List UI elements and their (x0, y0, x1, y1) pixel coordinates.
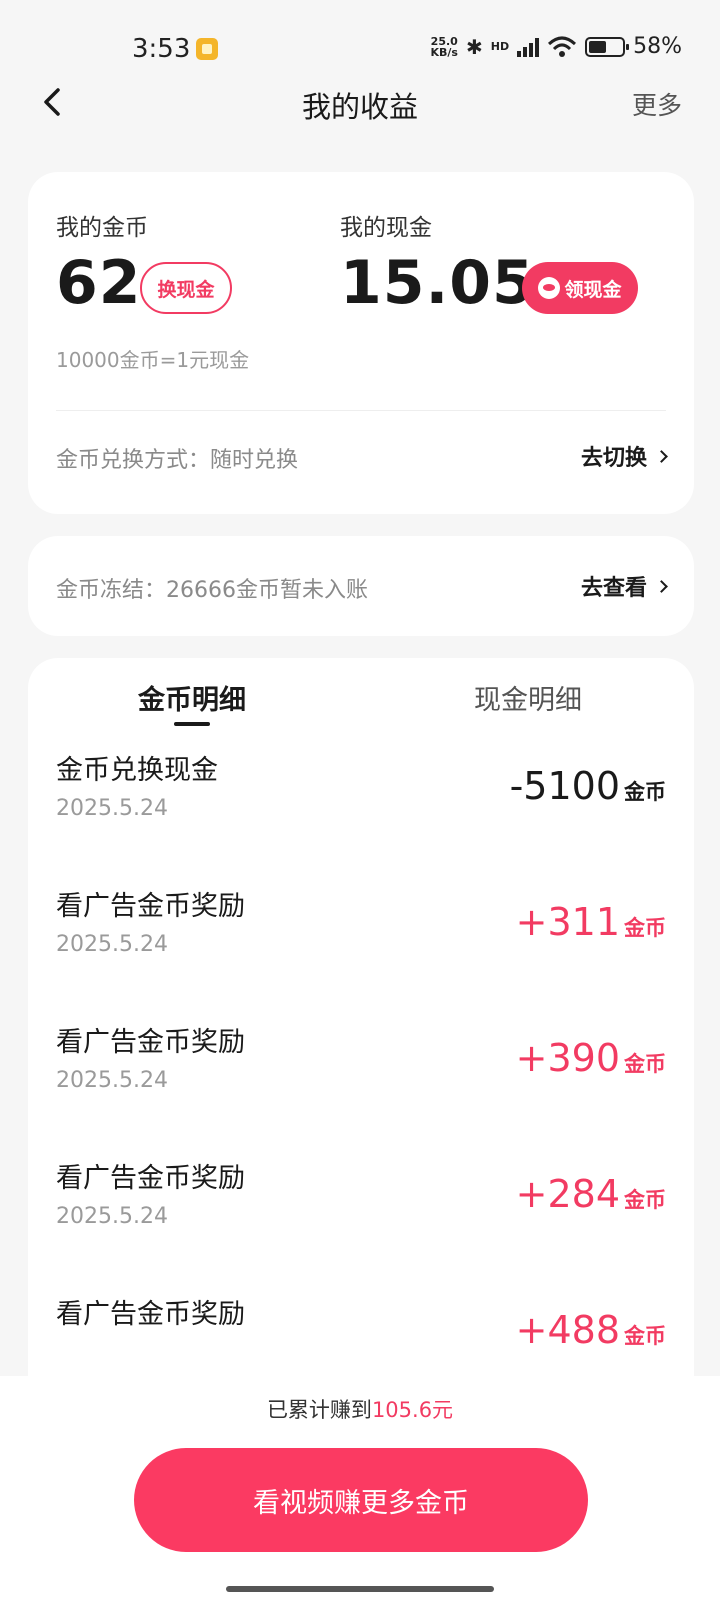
battery-fill (589, 40, 606, 53)
amount-unit: 金币 (624, 916, 666, 940)
wifi-icon (548, 36, 577, 57)
status-time: 3:53 (132, 34, 191, 64)
home-indicator[interactable] (226, 1586, 494, 1592)
frozen-coins-card: 金币冻结：26666金币暂未入账 去查看 (28, 536, 694, 636)
transaction-title: 看广告金币奖励 (56, 1163, 245, 1194)
network-speed: 25.0 KB/s (430, 34, 458, 59)
amount-value: +311 (515, 900, 620, 944)
amount-value: +488 (515, 1308, 620, 1352)
signal-icon (517, 37, 540, 57)
divider (56, 410, 666, 411)
exchange-rate-text: 10000金币=1元现金 (56, 348, 250, 372)
page-title: 我的收益 (301, 90, 418, 124)
tab-cash-detail[interactable]: 现金明细 (474, 678, 582, 717)
watch-video-earn-button[interactable]: 看视频赚更多金币 (134, 1448, 588, 1552)
total-earned-amount: 105.6元 (371, 1398, 454, 1422)
withdraw-cash-label: 领现金 (564, 278, 622, 301)
total-earned-text: 已累计赚到105.6元 (0, 1394, 720, 1424)
cash-value: 15.05 (340, 248, 535, 318)
transaction-row[interactable]: 看广告金币奖励 2025.5.24 +284 金币 (28, 1156, 694, 1276)
detail-card: 金币明细 现金明细 金币兑换现金 2025.5.24 -5100 金币 看广告金… (28, 658, 694, 1418)
transaction-date: 2025.5.24 (56, 932, 168, 957)
transaction-amount: -5100 金币 (510, 764, 666, 808)
balance-card: 我的金币 62 换现金 我的现金 15.05 领现金 10000金币=1元现金 … (28, 172, 694, 514)
transaction-amount: +284 金币 (516, 1172, 666, 1216)
transaction-amount: +311 金币 (516, 900, 666, 944)
amount-unit: 金币 (624, 1188, 666, 1212)
amount-value: +284 (515, 1172, 620, 1216)
switch-mode-label: 去切换 (580, 446, 647, 471)
transaction-amount: +390 金币 (516, 1036, 666, 1080)
signal-hd-label: HD (490, 40, 510, 53)
status-icons: 25.0 KB/s ✱ HD 58% (431, 34, 683, 59)
app-notification-icon (196, 38, 218, 60)
view-frozen-link[interactable]: 去查看 (580, 570, 668, 602)
transaction-row[interactable]: 看广告金币奖励 2025.5.24 +390 金币 (28, 1020, 694, 1140)
transaction-date: 2025.5.24 (56, 796, 168, 821)
withdraw-cash-button[interactable]: 领现金 (522, 262, 638, 314)
transaction-amount: +488 金币 (516, 1308, 666, 1352)
tab-coin-detail[interactable]: 金币明细 (138, 678, 246, 717)
transaction-row[interactable]: 看广告金币奖励 2025.5.24 +311 金币 (28, 884, 694, 1004)
transaction-date: 2025.5.24 (56, 1204, 168, 1229)
app-header: 我的收益 更多 (0, 70, 720, 134)
amount-unit: 金币 (624, 1324, 666, 1348)
transaction-title: 看广告金币奖励 (56, 1027, 245, 1058)
amount-value: -5100 (509, 764, 620, 808)
transaction-date: 2025.5.24 (56, 1068, 168, 1093)
transaction-title: 看广告金币奖励 (56, 1299, 245, 1330)
exchange-mode-text: 金币兑换方式：随时兑换 (56, 448, 299, 473)
bluetooth-icon: ✱ (465, 34, 483, 59)
transaction-title: 金币兑换现金 (56, 755, 218, 786)
amount-unit: 金币 (624, 780, 666, 804)
total-earned-prefix: 已累计赚到 (266, 1398, 372, 1422)
chevron-right-icon (655, 579, 668, 593)
more-button[interactable]: 更多 (632, 86, 682, 122)
battery-percent: 58% (633, 34, 682, 59)
frozen-coins-text: 金币冻结：26666金币暂未入账 (56, 578, 368, 603)
exchange-cash-button[interactable]: 换现金 (140, 262, 232, 314)
chevron-right-icon (655, 449, 668, 463)
switch-mode-link[interactable]: 去切换 (580, 440, 668, 472)
cash-label: 我的现金 (340, 215, 432, 241)
view-frozen-label: 去查看 (580, 576, 647, 601)
active-tab-indicator (174, 722, 210, 726)
amount-unit: 金币 (624, 1052, 666, 1076)
transaction-row[interactable]: 金币兑换现金 2025.5.24 -5100 金币 (28, 748, 694, 868)
battery-icon (585, 36, 630, 57)
wechat-icon (538, 277, 561, 299)
bottom-bar: 已累计赚到105.6元 看视频赚更多金币 (0, 1376, 720, 1600)
transaction-title: 看广告金币奖励 (56, 891, 245, 922)
coins-value: 62 (56, 248, 142, 318)
coins-label: 我的金币 (56, 215, 148, 241)
amount-value: +390 (515, 1036, 620, 1080)
